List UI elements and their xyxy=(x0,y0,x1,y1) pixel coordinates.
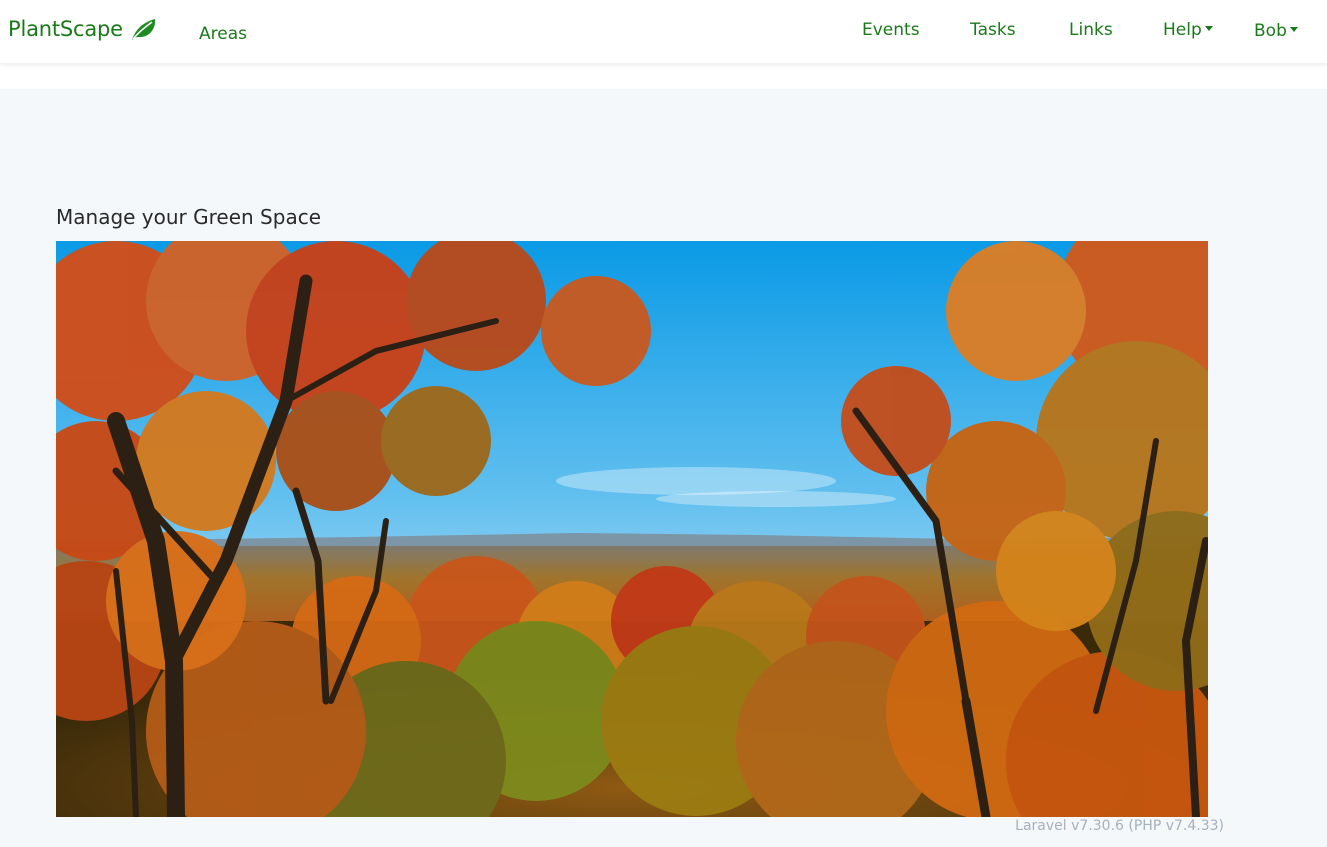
version-info: Laravel v7.30.6 (PHP v7.4.33) xyxy=(1015,818,1224,834)
nav-tasks-link[interactable]: Tasks xyxy=(970,20,1016,40)
caret-down-icon xyxy=(1204,26,1213,31)
user-name-label: Bob xyxy=(1254,21,1287,41)
brand-name: PlantScape xyxy=(8,17,123,41)
nav-events-link[interactable]: Events xyxy=(862,20,920,40)
nav-help-dropdown[interactable]: Help xyxy=(1163,20,1213,40)
navbar-spacer xyxy=(0,63,1327,89)
main-content: Manage your Green Space Laravel v7.30.6 … xyxy=(0,89,1327,847)
page-title: Manage your Green Space xyxy=(56,205,321,229)
brand-link[interactable]: PlantScape xyxy=(8,16,157,42)
nav-help-label: Help xyxy=(1163,20,1202,40)
hero-landscape-image xyxy=(56,241,1208,817)
nav-areas-link[interactable]: Areas xyxy=(199,24,247,44)
leaf-icon xyxy=(131,19,156,40)
user-menu-dropdown[interactable]: Bob xyxy=(1254,21,1298,41)
top-navbar: PlantScape Areas Events Tasks Links Help… xyxy=(0,0,1327,63)
caret-down-icon xyxy=(1289,27,1298,32)
nav-links-link[interactable]: Links xyxy=(1069,20,1113,40)
